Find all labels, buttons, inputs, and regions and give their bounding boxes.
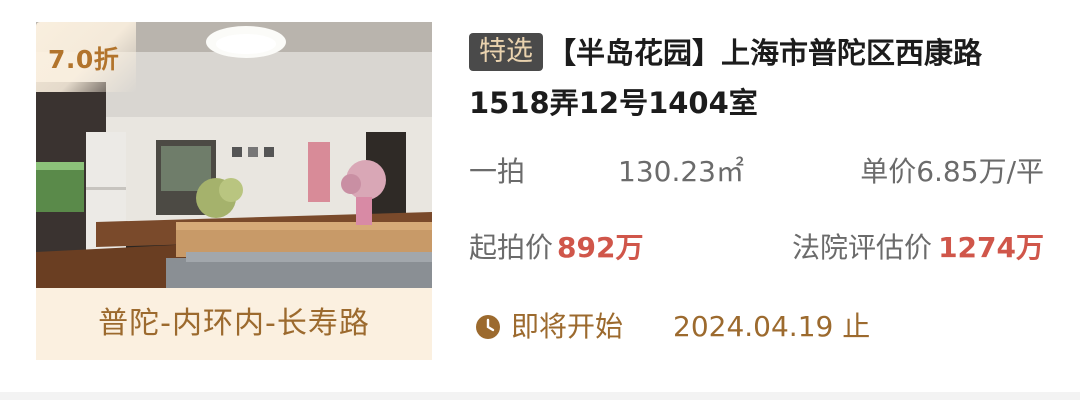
card-divider xyxy=(0,392,1080,400)
featured-badge: 特选 xyxy=(469,33,543,71)
property-area: 130.23㎡ xyxy=(618,155,744,188)
location-label: 普陀-内环内-长寿路 xyxy=(36,288,432,360)
auction-status: 即将开始 2024.04.19 止 xyxy=(475,305,870,345)
auction-type: 一拍 xyxy=(469,155,526,188)
listing-card[interactable]: 7.0折 普陀-内环内-长寿路 特选 【半岛花园】上海市普陀区西康路1518弄12… xyxy=(0,0,1080,400)
clock-icon xyxy=(475,314,501,340)
status-text: 即将开始 xyxy=(511,310,624,343)
start-price-label: 起拍价 xyxy=(469,231,554,264)
court-price-label: 法院评估价 xyxy=(792,231,933,264)
court-price-value: 1274万 xyxy=(938,231,1044,264)
unit-price: 单价6.85万/平 xyxy=(860,155,1044,188)
discount-label: 7.0折 xyxy=(48,45,120,74)
listing-title-text: 【半岛花园】上海市普陀区西康路1518弄12号1404室 xyxy=(469,36,983,120)
court-valuation: 法院评估价 1274万 xyxy=(792,226,1044,266)
discount-badge: 7.0折 xyxy=(36,22,136,92)
listing-title[interactable]: 特选 【半岛花园】上海市普陀区西康路1518弄12号1404室 xyxy=(469,28,1049,128)
start-price-value: 892万 xyxy=(557,231,644,264)
start-price: 起拍价 892万 xyxy=(469,226,643,266)
end-date: 2024.04.19 止 xyxy=(673,310,871,343)
